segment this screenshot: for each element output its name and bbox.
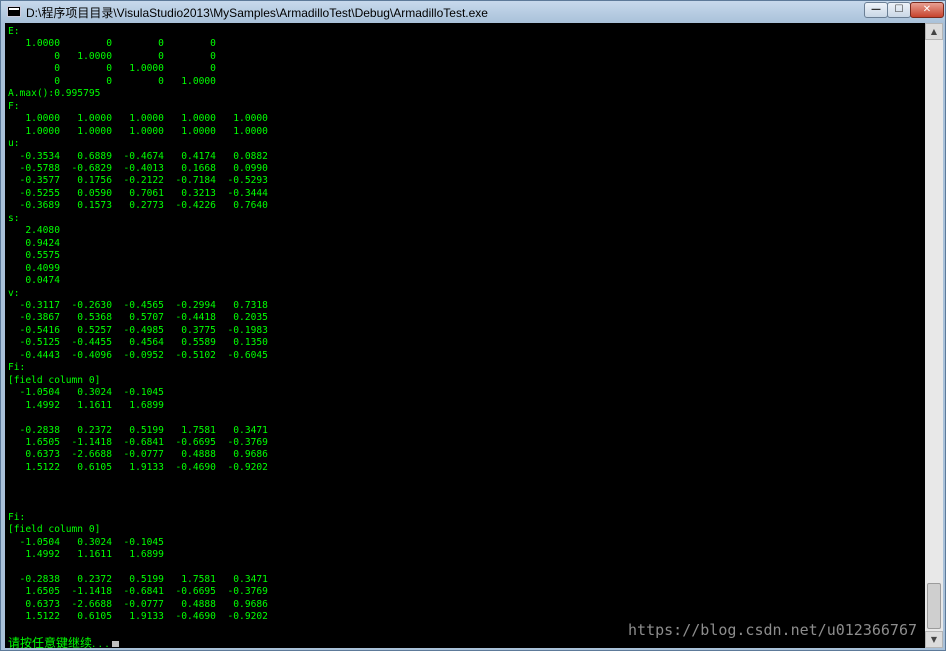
watermark: https://blog.csdn.net/u012366767 <box>628 621 917 639</box>
console-app-icon[interactable] <box>7 6 21 17</box>
scrollbar-thumb[interactable] <box>927 583 941 629</box>
maximize-button[interactable]: ☐ <box>887 2 911 18</box>
title-bar[interactable]: D:\程序项目目录\VisulaStudio2013\MySamples\Arm… <box>1 1 945 23</box>
console-output: E: 1.0000 0 0 0 0 1.0000 0 0 0 0 1.0000 … <box>8 26 268 623</box>
minimize-button[interactable]: — <box>864 2 888 18</box>
vertical-scrollbar[interactable]: ▲ ▼ <box>925 23 943 648</box>
text-cursor <box>111 641 119 647</box>
scroll-up-button[interactable]: ▲ <box>925 23 943 40</box>
close-button[interactable]: ✕ <box>910 2 944 18</box>
window-title: D:\程序项目目录\VisulaStudio2013\MySamples\Arm… <box>26 6 488 20</box>
continue-prompt: 请按任意键继续. . . <box>8 636 109 648</box>
console-window: D:\程序项目目录\VisulaStudio2013\MySamples\Arm… <box>0 0 946 651</box>
console-output-area[interactable]: E: 1.0000 0 0 0 0 1.0000 0 0 0 0 1.0000 … <box>5 23 925 648</box>
scroll-down-button[interactable]: ▼ <box>925 631 943 648</box>
continue-prompt-line: 请按任意键继续. . . <box>8 634 119 648</box>
